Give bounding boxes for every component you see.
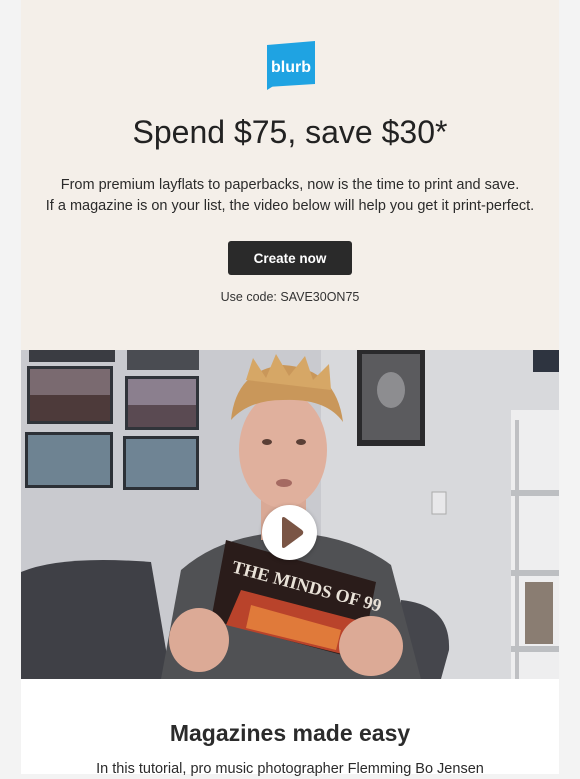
promo-code-text: Use code: SAVE30ON75: [220, 290, 360, 304]
promo-headline: Spend $75, save $30*: [132, 114, 448, 150]
promo-text-line-1: From premium layflats to paperbacks, now…: [60, 177, 520, 193]
play-icon: [282, 517, 304, 548]
logo-text: blurb: [271, 59, 311, 76]
email-body: blurb Spend $75, save $30* From premium …: [21, 0, 559, 777]
create-now-button[interactable]: Create now: [228, 241, 352, 275]
section-intro-text: In this tutorial, pro music photographer…: [96, 761, 484, 777]
hero-banner: blurb Spend $75, save $30* From premium …: [21, 0, 559, 350]
play-button[interactable]: [262, 505, 317, 560]
blurb-logo-icon: blurb: [267, 41, 315, 90]
section-title: Magazines made easy: [169, 720, 411, 746]
video-thumbnail[interactable]: THE MINDS OF 99: [21, 350, 559, 679]
promo-text-line-2: If a magazine is on your list, the video…: [45, 198, 535, 214]
blurb-logo[interactable]: blurb: [265, 40, 317, 90]
